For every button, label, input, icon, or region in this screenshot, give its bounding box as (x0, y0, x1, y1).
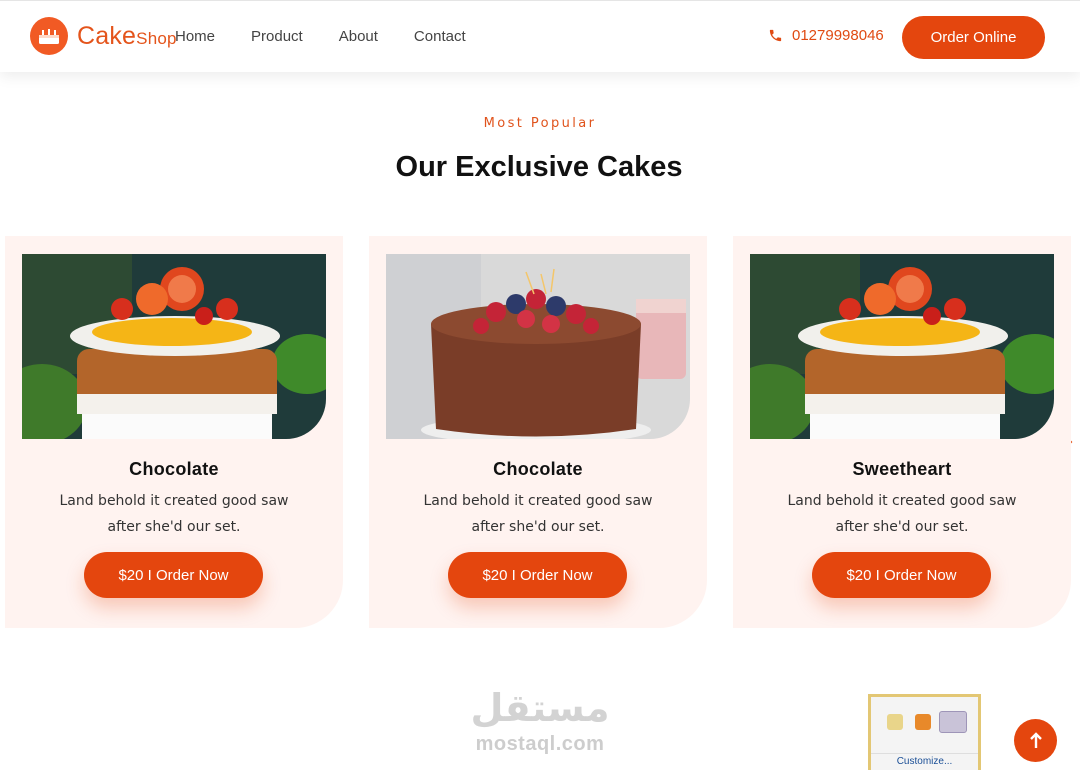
card-title: Sweetheart (852, 459, 952, 479)
berry-chocolate-cake-photo (386, 254, 690, 439)
phone-link[interactable]: 01279998046 (768, 27, 884, 44)
nav-home[interactable]: Home (175, 28, 215, 45)
card-title: Chocolate (129, 459, 219, 479)
logo-text: CakeShop (77, 21, 177, 50)
arrow-up-icon (1029, 731, 1042, 748)
logo[interactable]: CakeShop (30, 17, 177, 55)
product-card: Chocolate Land behold it created good sa… (369, 236, 707, 628)
site-header: CakeShop Home Product About Contact 0127… (0, 0, 1080, 72)
order-online-button[interactable]: Order Online (902, 16, 1045, 59)
card-title: Chocolate (493, 459, 583, 479)
orange-cake-photo (750, 254, 1054, 439)
nav-about[interactable]: About (339, 28, 378, 45)
customize-link[interactable]: Customize... (871, 753, 978, 767)
product-card: Sweetheart Land behold it created good s… (733, 236, 1071, 628)
tray-app-icon[interactable] (887, 714, 903, 730)
product-card: Chocolate Land behold it created good sa… (5, 236, 343, 628)
scroll-top-button[interactable] (1014, 719, 1057, 762)
main-nav: Home Product About Contact (175, 28, 502, 45)
cake-logo-icon (30, 17, 68, 55)
phone-number: 01279998046 (792, 27, 884, 44)
order-now-button[interactable]: $20 I Order Now (812, 552, 991, 598)
order-now-button[interactable]: $20 I Order Now (448, 552, 627, 598)
card-description: Land behold it created good saw after sh… (423, 493, 653, 535)
watermark-latin: mostaql.com (475, 733, 605, 755)
watermark-arabic: مستقل (470, 688, 610, 730)
card-description: Land behold it created good saw after sh… (59, 493, 289, 535)
tray-app-icon[interactable] (915, 714, 931, 730)
phone-icon (769, 29, 782, 42)
system-tray-popup: Customize... (868, 694, 981, 770)
orange-cake-photo (22, 254, 326, 439)
card-description: Land behold it created good saw after sh… (787, 493, 1017, 535)
nav-contact[interactable]: Contact (414, 28, 466, 45)
tray-pen-icon[interactable] (939, 711, 967, 733)
order-now-button[interactable]: $20 I Order Now (84, 552, 263, 598)
section-eyebrow: Most Popular (483, 116, 597, 131)
nav-product[interactable]: Product (251, 28, 303, 45)
section-title: Our Exclusive Cakes (395, 151, 683, 183)
